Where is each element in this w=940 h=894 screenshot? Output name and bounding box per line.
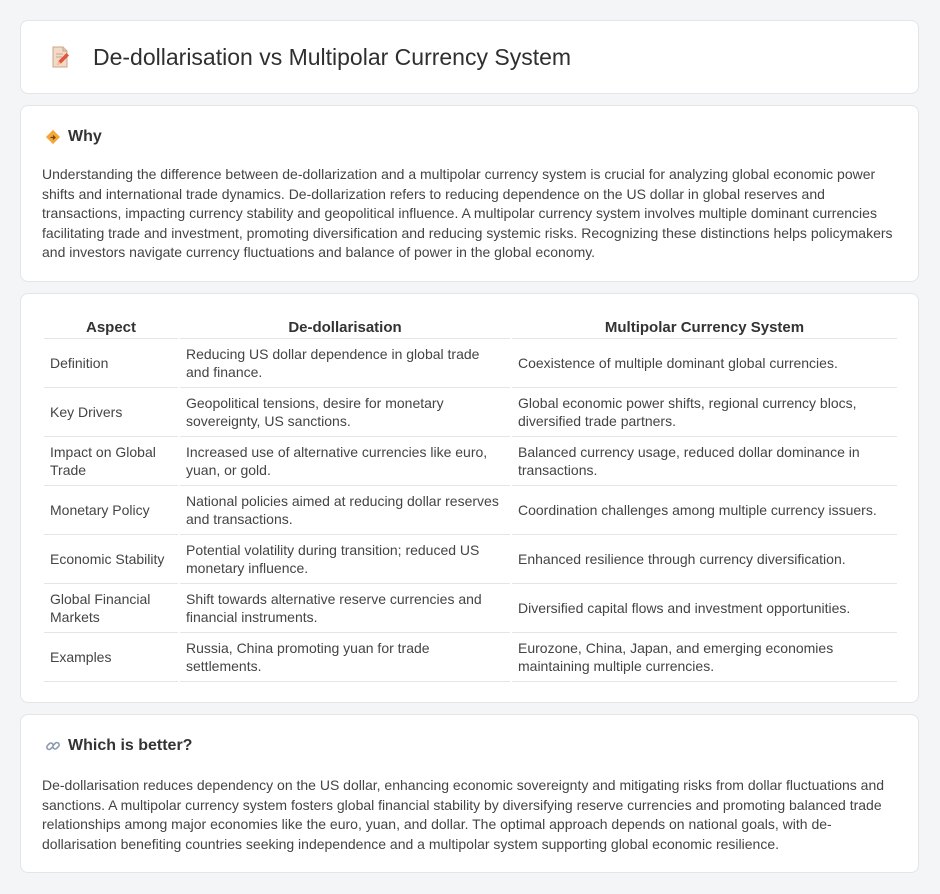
multipolar-cell: Eurozone, China, Japan, and emerging eco… xyxy=(512,633,897,682)
de-dollarisation-cell: Shift towards alternative reserve curren… xyxy=(180,584,510,633)
de-dollarisation-cell: Geopolitical tensions, desire for moneta… xyxy=(180,388,510,437)
multipolar-cell: Global economic power shifts, regional c… xyxy=(512,388,897,437)
document-pencil-icon xyxy=(47,44,73,70)
header-de-dollarisation: De-dollarisation xyxy=(180,314,510,339)
aspect-cell: Economic Stability xyxy=(44,535,178,584)
comparison-table: Aspect De-dollarisation Multipolar Curre… xyxy=(42,314,899,682)
aspect-cell: Impact on Global Trade xyxy=(44,437,178,486)
table-row: Examples Russia, China promoting yuan fo… xyxy=(44,633,897,682)
why-card: Why Understanding the difference between… xyxy=(20,105,919,282)
de-dollarisation-cell: Potential volatility during transition; … xyxy=(180,535,510,584)
table-row: Impact on Global Trade Increased use of … xyxy=(44,437,897,486)
why-text: Understanding the difference between de-… xyxy=(42,166,893,261)
which-better-text: De-dollarisation reduces dependency on t… xyxy=(42,777,885,852)
header-aspect: Aspect xyxy=(44,314,178,339)
de-dollarisation-cell: National policies aimed at reducing doll… xyxy=(180,486,510,535)
page-title: De-dollarisation vs Multipolar Currency … xyxy=(93,43,572,70)
which-better-heading: Which is better? xyxy=(68,737,193,754)
multipolar-cell: Coordination challenges among multiple c… xyxy=(512,486,897,535)
table-header-row: Aspect De-dollarisation Multipolar Curre… xyxy=(44,314,897,339)
multipolar-cell: Coexistence of multiple dominant global … xyxy=(512,339,897,388)
table-row: Global Financial Markets Shift towards a… xyxy=(44,584,897,633)
aspect-cell: Examples xyxy=(44,633,178,682)
de-dollarisation-cell: Increased use of alternative currencies … xyxy=(180,437,510,486)
header-multipolar: Multipolar Currency System xyxy=(512,314,897,339)
multipolar-cell: Enhanced resilience through currency div… xyxy=(512,535,897,584)
table-row: Economic Stability Potential volatility … xyxy=(44,535,897,584)
aspect-cell: Key Drivers xyxy=(44,388,178,437)
which-better-card: Which is better? De-dollarisation reduce… xyxy=(20,714,919,873)
multipolar-cell: Diversified capital flows and investment… xyxy=(512,584,897,633)
table-row: Definition Reducing US dollar dependence… xyxy=(44,339,897,388)
aspect-cell: Global Financial Markets xyxy=(44,584,178,633)
de-dollarisation-cell: Russia, China promoting yuan for trade s… xyxy=(180,633,510,682)
diamond-sign-icon xyxy=(44,128,62,146)
multipolar-cell: Balanced currency usage, reduced dollar … xyxy=(512,437,897,486)
aspect-cell: Monetary Policy xyxy=(44,486,178,535)
table-row: Key Drivers Geopolitical tensions, desir… xyxy=(44,388,897,437)
comparison-card: Aspect De-dollarisation Multipolar Curre… xyxy=(20,293,919,703)
link-icon xyxy=(44,737,62,755)
why-heading: Why xyxy=(68,128,102,145)
table-row: Monetary Policy National policies aimed … xyxy=(44,486,897,535)
de-dollarisation-cell: Reducing US dollar dependence in global … xyxy=(180,339,510,388)
title-card: De-dollarisation vs Multipolar Currency … xyxy=(20,20,919,94)
aspect-cell: Definition xyxy=(44,339,178,388)
